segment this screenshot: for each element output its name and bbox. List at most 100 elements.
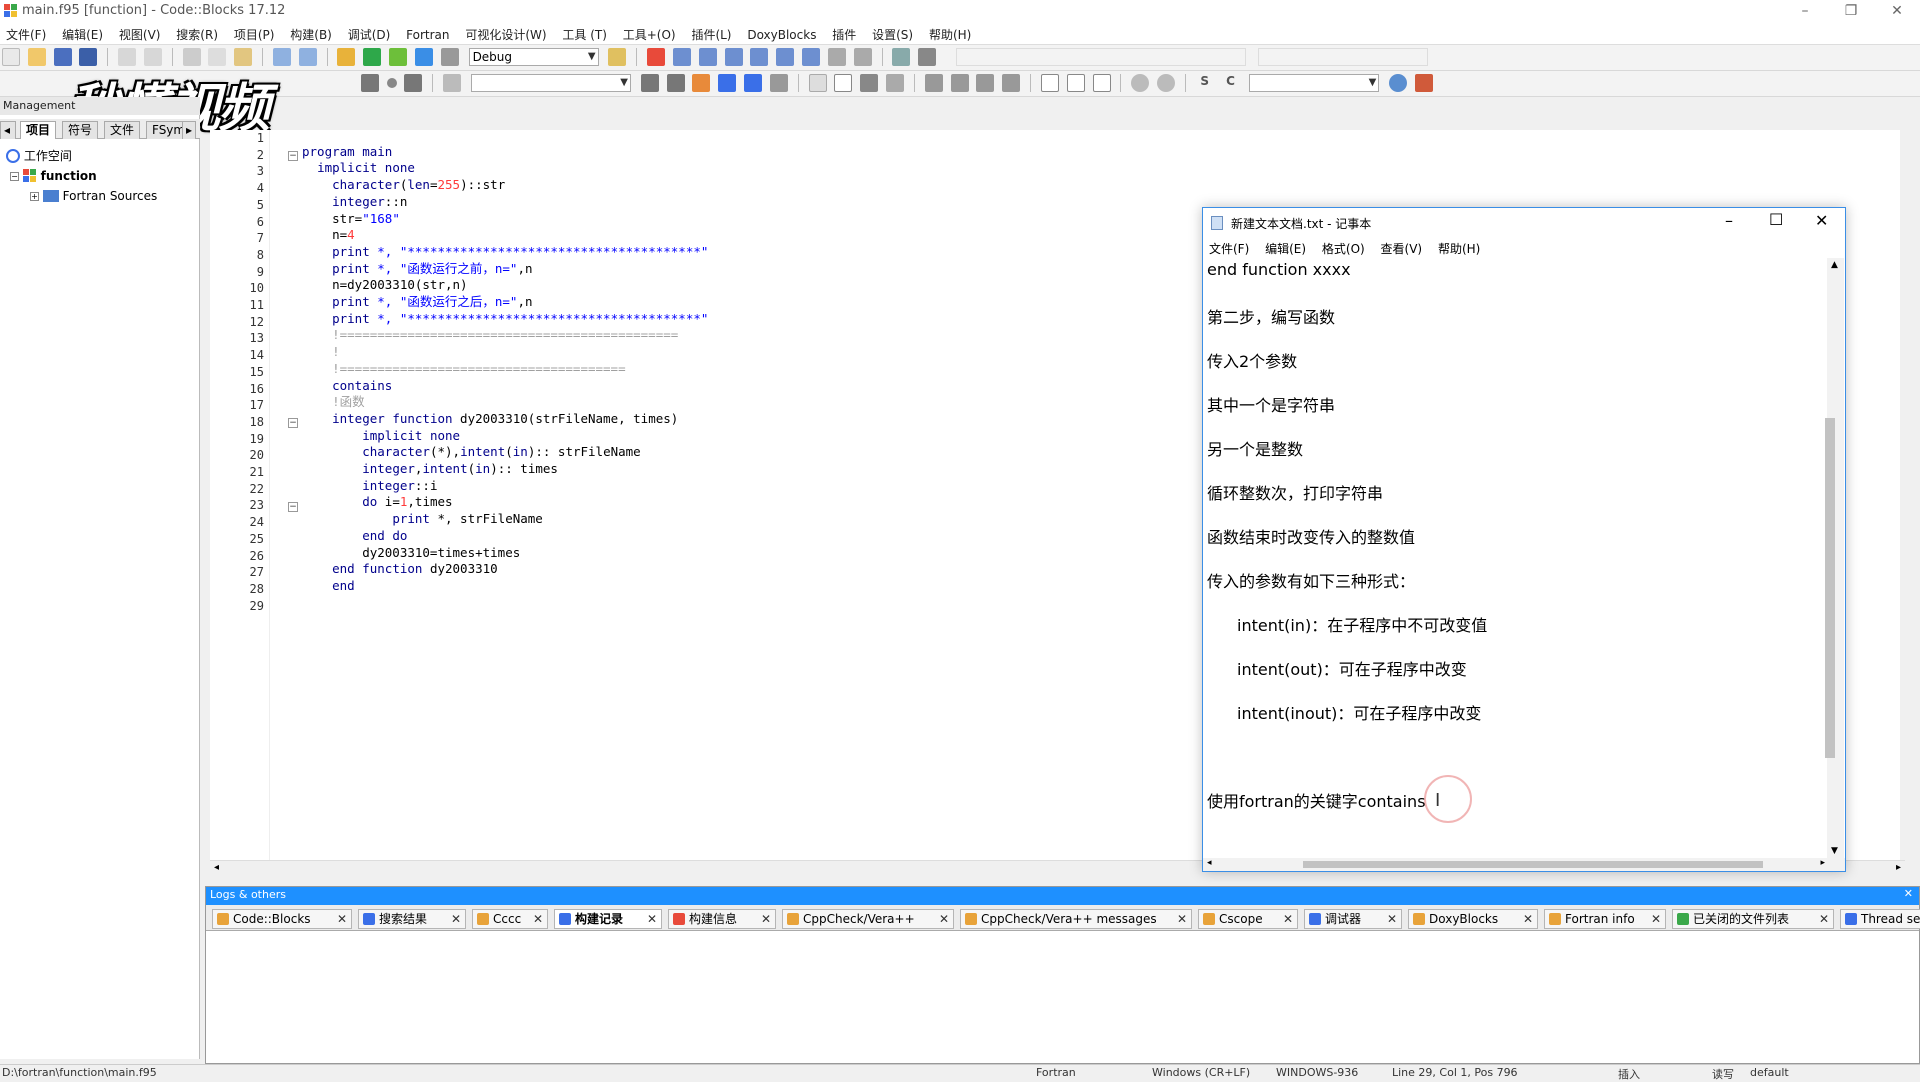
fold-toggle-icon[interactable]: − [288, 418, 298, 428]
align-justify-icon[interactable] [1002, 74, 1021, 92]
menu-edit[interactable]: 编辑(E) [56, 24, 109, 45]
c-icon[interactable]: C [1222, 74, 1240, 92]
notepad-menu-view[interactable]: 查看(V) [1375, 238, 1429, 259]
scroll-right-icon[interactable]: ▸ [1820, 858, 1825, 868]
debug-info-icon[interactable] [918, 48, 937, 66]
fold-toggle-icon[interactable]: − [288, 502, 298, 512]
abort-icon[interactable] [440, 48, 459, 66]
menu-search[interactable]: 搜索(R) [170, 24, 224, 45]
mark-icon[interactable] [718, 74, 737, 92]
rebuild-icon[interactable] [414, 48, 433, 66]
close-icon[interactable]: ✕ [1283, 910, 1293, 928]
copy-icon[interactable] [208, 48, 227, 66]
redo-icon[interactable] [143, 48, 162, 66]
tab-scroll-right-icon[interactable]: ▸ [182, 121, 197, 139]
menu-fortran[interactable]: Fortran [400, 26, 455, 44]
pause-icon[interactable] [827, 48, 846, 66]
log-tab[interactable]: 调试器 ✕ [1304, 909, 1402, 929]
notepad-hscroll-thumb[interactable] [1303, 861, 1763, 868]
log-tab[interactable]: DoxyBlocks ✕ [1408, 909, 1538, 929]
zoom-in-icon[interactable] [1131, 74, 1150, 92]
jump-back-icon[interactable] [360, 74, 379, 92]
tree-project[interactable]: − function [10, 167, 97, 185]
log-tab[interactable]: Cscope ✕ [1198, 909, 1298, 929]
match-case-icon[interactable] [744, 74, 763, 92]
regex-icon[interactable] [769, 74, 788, 92]
close-icon[interactable]: ✕ [1651, 910, 1661, 928]
prev-arrow-icon[interactable] [640, 74, 659, 92]
notepad-menu-help[interactable]: 帮助(H) [1432, 238, 1486, 259]
fold-toggle-icon[interactable]: − [288, 151, 298, 161]
tab-projects[interactable]: 项目 [20, 121, 57, 139]
log-tab[interactable]: Code::Blocks ✕ [212, 909, 352, 929]
scroll-right-icon[interactable]: ▸ [1896, 862, 1901, 873]
log-tab[interactable]: Fortran info ✕ [1544, 909, 1666, 929]
notepad-text-area[interactable]: end function xxxx 第二步，编写函数 传入2个参数 其中一个是字… [1203, 258, 1827, 858]
menu-settings[interactable]: 设置(S) [866, 24, 919, 45]
next-arrow-icon[interactable] [666, 74, 685, 92]
build-target-select[interactable]: Debug ▼ [468, 48, 599, 66]
image-icon[interactable] [860, 74, 879, 92]
stop-debug-icon[interactable] [853, 48, 872, 66]
notepad-menu-edit[interactable]: 编辑(E) [1259, 238, 1312, 259]
log-tab[interactable]: 搜索结果 ✕ [358, 909, 466, 929]
log-tab[interactable]: Thread search✕ [1840, 909, 1920, 929]
close-icon[interactable]: ✕ [451, 910, 461, 928]
logs-close-icon[interactable]: ✕ [1904, 887, 1913, 900]
toolbar-placeholder-combo[interactable] [955, 48, 1246, 66]
step-into-icon[interactable] [724, 48, 743, 66]
panel-icon[interactable] [886, 74, 905, 92]
undo-icon[interactable] [118, 48, 137, 66]
new-file-icon[interactable] [2, 48, 20, 66]
search-icon[interactable] [1389, 74, 1408, 92]
log-tab[interactable]: Cccc ✕ [472, 909, 548, 929]
log-tab[interactable]: 构建信息 ✕ [668, 909, 776, 929]
run-to-cursor-icon[interactable] [672, 48, 691, 66]
menu-tools-plus[interactable]: 工具+(O) [617, 24, 682, 45]
menu-view[interactable]: 视图(V) [113, 24, 167, 45]
scroll-left-icon[interactable]: ◂ [1207, 858, 1212, 868]
notepad-horizontal-scrollbar[interactable]: ◂ ▸ [1203, 858, 1845, 871]
align-right-icon[interactable] [976, 74, 995, 92]
close-icon[interactable]: ✕ [533, 910, 543, 928]
menu-project[interactable]: 项目(P) [228, 24, 281, 45]
scroll-up-icon[interactable]: ▲ [1831, 260, 1838, 270]
notepad-scroll-thumb[interactable] [1825, 418, 1835, 758]
collapse-icon[interactable]: − [10, 172, 19, 181]
zoom-out-icon[interactable] [1157, 74, 1176, 92]
menu-debug[interactable]: 调试(D) [342, 24, 397, 45]
wrench-icon[interactable] [1414, 74, 1433, 92]
scope-select[interactable]: ▼ [470, 74, 631, 92]
notepad-menu-file[interactable]: 文件(F) [1203, 238, 1255, 259]
select-icon[interactable] [808, 74, 827, 92]
highlight-icon[interactable] [692, 74, 711, 92]
step-instruction-icon[interactable] [802, 48, 821, 66]
log-tab[interactable]: CppCheck/Vera++ messages ✕ [960, 909, 1192, 929]
close-icon[interactable]: ✕ [337, 910, 347, 928]
debug-windows-icon[interactable] [892, 48, 911, 66]
close-icon[interactable]: ✕ [1819, 910, 1829, 928]
align-left-icon[interactable] [924, 74, 943, 92]
find-icon[interactable] [272, 48, 291, 66]
minimize-button[interactable]: – [1782, 0, 1828, 24]
build-run-icon[interactable] [389, 48, 408, 66]
paste-icon[interactable] [234, 48, 253, 66]
s-icon[interactable]: S [1196, 74, 1214, 92]
debug-start-icon[interactable] [647, 48, 666, 66]
box-icon[interactable] [1040, 74, 1059, 92]
notepad-menu-format[interactable]: 格式(O) [1316, 238, 1371, 259]
log-tab[interactable]: 构建记录 ✕ [554, 909, 662, 929]
frame-icon[interactable] [834, 74, 853, 92]
toolbar-placeholder-combo-2[interactable] [1257, 48, 1428, 66]
target-options-icon[interactable] [608, 48, 627, 66]
tab-symbols[interactable]: 符号 [62, 121, 99, 139]
build-gear-icon[interactable] [337, 48, 356, 66]
menu-file[interactable]: 文件(F) [0, 24, 52, 45]
box-3-icon[interactable] [1092, 74, 1111, 92]
align-center-icon[interactable] [950, 74, 969, 92]
step-out-icon[interactable] [750, 48, 769, 66]
jump-forward-icon[interactable] [404, 74, 423, 92]
menu-tools[interactable]: 工具 (T) [556, 24, 613, 45]
expand-icon[interactable]: + [30, 192, 39, 201]
close-icon[interactable]: ✕ [761, 910, 771, 928]
